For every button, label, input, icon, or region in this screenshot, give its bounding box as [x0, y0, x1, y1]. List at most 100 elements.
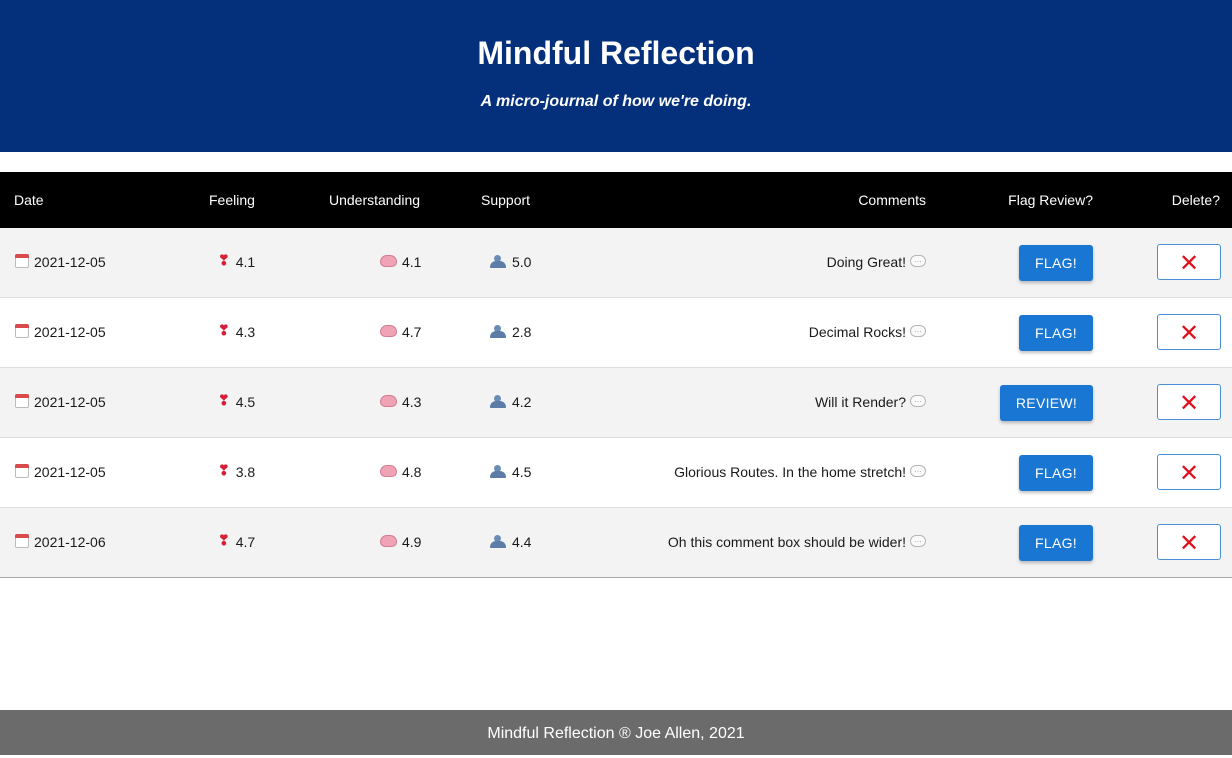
comment-text: Doing Great!: [826, 254, 906, 270]
comment-text: Oh this comment box should be wider!: [667, 534, 906, 550]
date-cell: 2021-12-05: [15, 228, 106, 297]
date-cell: 2021-12-05: [15, 438, 106, 507]
journal-table: Date Feeling Understanding Support Comme…: [0, 172, 1232, 578]
understanding-cell: 4.3: [380, 368, 421, 437]
comment-cell: Will it Render? …: [815, 368, 926, 437]
brain-icon: [380, 255, 397, 268]
support-cell: 4.2: [489, 368, 531, 437]
feeling-cell: ❣ 4.1: [218, 228, 255, 297]
table-row: 2021-12-06 ❣ 4.7 4.9 4.4 Oh this comment box …: [0, 508, 1232, 578]
understanding-value: 4.1: [402, 254, 422, 270]
brain-icon: [380, 535, 397, 548]
understanding-value: 4.8: [402, 464, 422, 480]
column-header-feeling: Feeling: [209, 192, 255, 208]
speech-bubble-icon: …: [910, 325, 926, 338]
comment-cell: Oh this comment box should be wider!…: [668, 508, 926, 577]
delete-button[interactable]: ✕: [1157, 384, 1221, 420]
cross-mark-icon: ✕: [1178, 389, 1200, 417]
support-cell: 4.4: [489, 508, 531, 577]
page-header: Mindful Reflection A micro-journal of ho…: [0, 0, 1232, 152]
table-header: Date Feeling Understanding Support Comme…: [0, 172, 1232, 228]
heart-exclamation-icon: ❣: [218, 251, 230, 268]
date-value: 2021-12-05: [34, 464, 106, 480]
delete-button[interactable]: ✕: [1157, 244, 1221, 280]
understanding-value: 4.9: [402, 534, 422, 550]
comment-cell: Doing Great! …: [827, 228, 926, 297]
understanding-cell: 4.7: [380, 298, 421, 367]
support-value: 5.0: [512, 254, 532, 270]
flag-button[interactable]: FLAG!: [1019, 245, 1093, 281]
speech-bubble-icon: …: [910, 465, 926, 478]
people-icon: [489, 254, 507, 268]
calendar-icon: [15, 254, 29, 269]
delete-button[interactable]: ✕: [1157, 524, 1221, 560]
table-row: 2021-12-05 ❣ 4.5 4.3 4.2 Will it Render? … REVI…: [0, 368, 1232, 438]
feeling-value: 3.8: [235, 464, 256, 480]
support-value: 4.4: [512, 534, 532, 550]
date-cell: 2021-12-05: [15, 298, 106, 367]
feeling-cell: ❣ 4.7: [218, 508, 255, 577]
heart-exclamation-icon: ❣: [218, 531, 230, 548]
feeling-value: 4.5: [235, 394, 256, 410]
people-icon: [489, 464, 507, 478]
comment-text: Decimal Rocks!: [808, 324, 906, 340]
flag-button[interactable]: FLAG!: [1019, 455, 1093, 491]
date-cell: 2021-12-05: [15, 368, 106, 437]
comment-cell: Decimal Rocks! …: [809, 298, 926, 367]
page-footer: Mindful Reflection ® Joe Allen, 2021: [0, 710, 1232, 755]
flag-button[interactable]: FLAG!: [1019, 315, 1093, 351]
comment-cell: Glorious Routes. In the home stretch! …: [674, 438, 926, 507]
understanding-cell: 4.9: [380, 508, 421, 577]
date-value: 2021-12-05: [34, 254, 106, 270]
support-value: 4.2: [512, 394, 532, 410]
understanding-value: 4.7: [402, 324, 422, 340]
understanding-cell: 4.8: [380, 438, 421, 507]
date-value: 2021-12-05: [34, 324, 106, 340]
footer-text: Mindful Reflection ® Joe Allen, 2021: [487, 725, 745, 742]
calendar-icon: [15, 324, 29, 339]
column-header-support: Support: [481, 192, 531, 208]
support-value: 4.5: [512, 464, 532, 480]
column-header-understanding: Understanding: [329, 192, 421, 208]
feeling-cell: ❣ 3.8: [218, 438, 255, 507]
brain-icon: [380, 395, 397, 408]
calendar-icon: [15, 464, 29, 479]
column-header-flag-review: Flag Review?: [1008, 192, 1093, 208]
feeling-value: 4.7: [235, 534, 256, 550]
feeling-value: 4.3: [235, 324, 256, 340]
heart-exclamation-icon: ❣: [218, 391, 230, 408]
date-cell: 2021-12-06: [15, 508, 106, 577]
flag-button[interactable]: FLAG!: [1019, 525, 1093, 561]
speech-bubble-icon: …: [910, 255, 926, 268]
column-header-date: Date: [14, 192, 44, 208]
table-body: 2021-12-05 ❣ 4.1 4.1 5.0 Doing Great!… FLAG! ✕ 2…: [0, 228, 1232, 578]
delete-button[interactable]: ✕: [1157, 314, 1221, 350]
comment-text: Glorious Routes. In the home stretch!: [674, 464, 906, 480]
people-icon: [489, 324, 507, 338]
cross-mark-icon: ✕: [1178, 529, 1200, 557]
column-header-comments: Comments: [858, 192, 926, 208]
feeling-cell: ❣ 4.5: [218, 368, 255, 437]
heart-exclamation-icon: ❣: [218, 461, 230, 478]
page-title: Mindful Reflection: [477, 35, 755, 71]
comment-text: Will it Render?: [814, 394, 906, 410]
review-button[interactable]: REVIEW!: [1000, 385, 1093, 421]
delete-button[interactable]: ✕: [1157, 454, 1221, 490]
calendar-icon: [15, 394, 29, 409]
date-value: 2021-12-06: [34, 534, 106, 550]
date-value: 2021-12-05: [34, 394, 106, 410]
support-cell: 5.0: [489, 228, 531, 297]
feeling-cell: ❣ 4.3: [218, 298, 255, 367]
brain-icon: [380, 465, 397, 478]
feeling-value: 4.1: [235, 254, 256, 270]
table-row: 2021-12-05 ❣ 4.1 4.1 5.0 Doing Great! … FLAG! ✕: [0, 228, 1232, 298]
table-row: 2021-12-05 ❣ 3.8 4.8 4.5 Glorious Routes. In …: [0, 438, 1232, 508]
calendar-icon: [15, 534, 29, 549]
page-subtitle: A micro-journal of how we're doing.: [480, 93, 752, 110]
column-header-delete: Delete?: [1171, 192, 1220, 208]
brain-icon: [380, 325, 397, 338]
cross-mark-icon: ✕: [1178, 459, 1200, 487]
speech-bubble-icon: …: [910, 395, 926, 408]
cross-mark-icon: ✕: [1178, 249, 1200, 277]
table-row: 2021-12-05 ❣ 4.3 4.7 2.8 Decimal Rocks! … FLAG!…: [0, 298, 1232, 368]
